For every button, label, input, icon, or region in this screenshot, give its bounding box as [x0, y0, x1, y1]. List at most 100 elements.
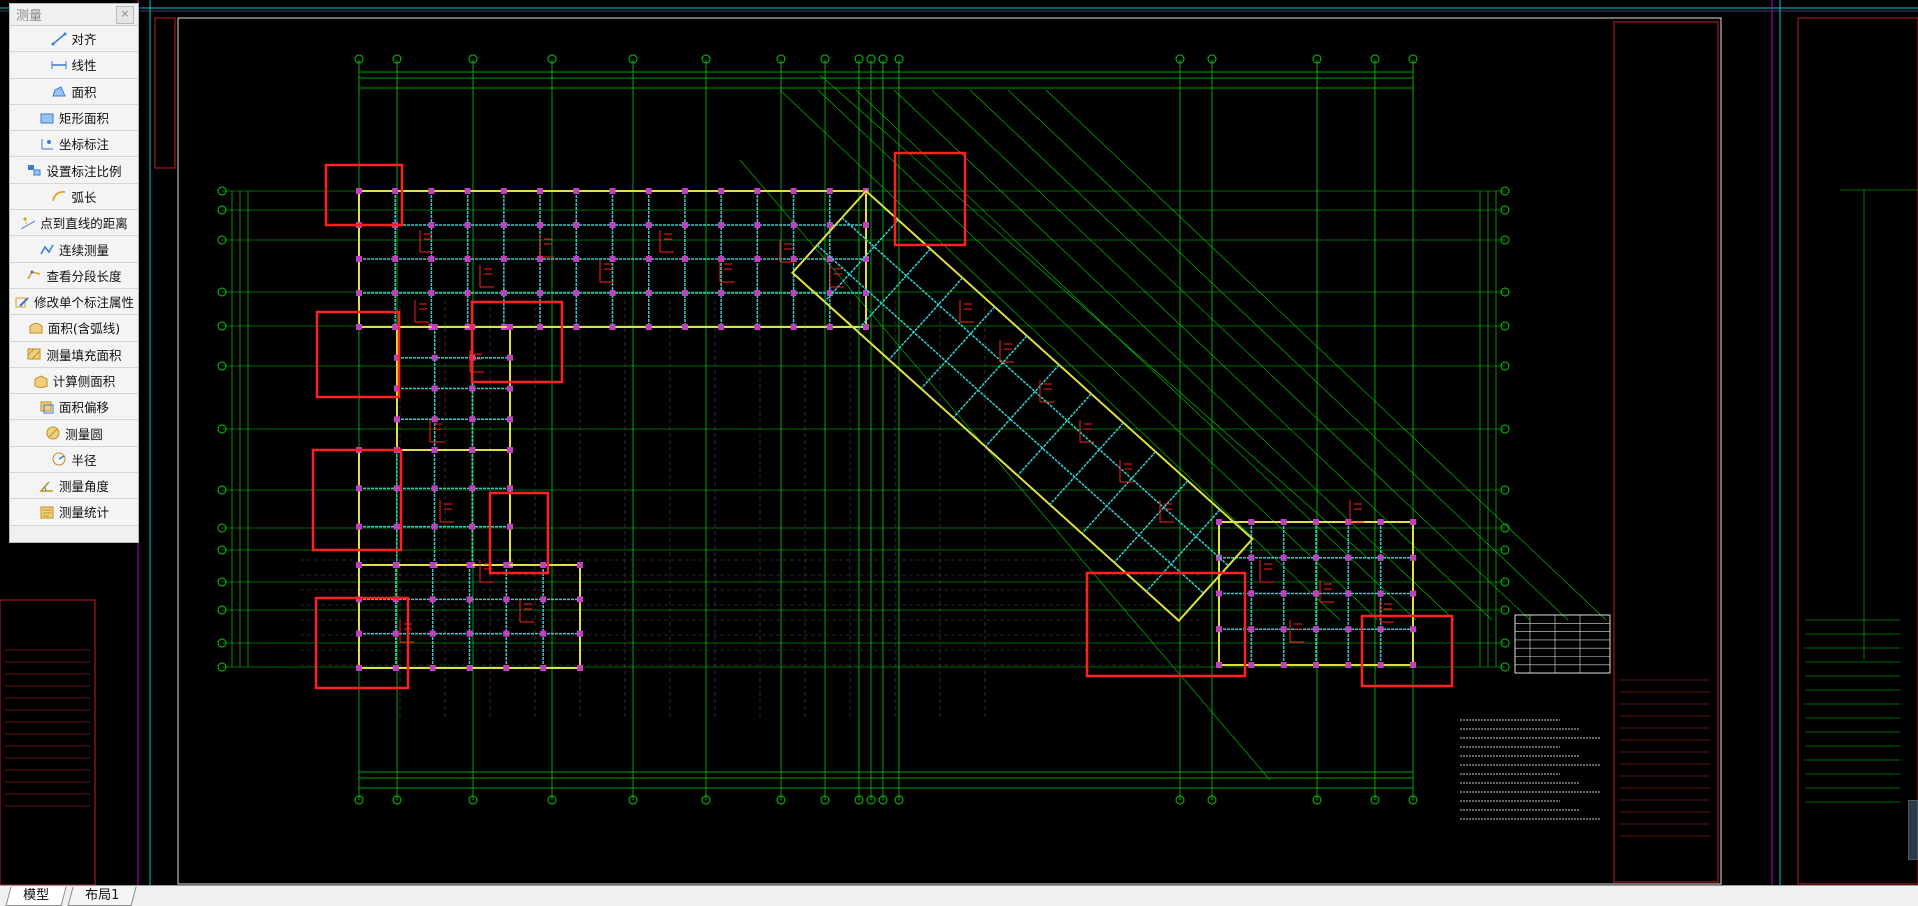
column-mark: [790, 256, 797, 262]
column-mark: [826, 324, 833, 330]
tool-button-7[interactable]: 点到直线的距离: [10, 210, 138, 237]
tool-button-10[interactable]: 修改单个标注属性: [10, 288, 138, 316]
tool-button-14[interactable]: 面积偏移: [10, 394, 138, 421]
area-measure-icon: [51, 84, 67, 98]
column-mark: [503, 562, 510, 568]
column-mark: [1280, 662, 1287, 668]
column-mark: [1345, 662, 1352, 668]
tool-button-0[interactable]: 对齐: [10, 26, 138, 53]
column-mark: [537, 188, 544, 194]
column-mark: [1410, 590, 1416, 597]
column-mark: [790, 188, 797, 194]
column-mark: [537, 222, 544, 228]
column-mark: [1377, 519, 1384, 525]
point-line-distance-icon: [20, 216, 36, 230]
column-mark: [1410, 554, 1416, 561]
column-mark: [754, 290, 761, 296]
radius-icon: [51, 452, 67, 466]
markup-box: [311, 448, 403, 552]
column-mark: [500, 188, 507, 194]
column-mark: [645, 324, 652, 330]
markup-box: [893, 151, 967, 247]
tool-button-11[interactable]: 面积(含弧线): [10, 315, 138, 342]
beam-line: [1049, 422, 1124, 506]
tool-label: 矩形面积: [58, 111, 109, 127]
tool-button-13[interactable]: 计算侧面积: [10, 367, 138, 395]
column-mark: [1377, 590, 1384, 597]
tool-button-9[interactable]: 查看分段长度: [10, 262, 138, 289]
tool-button-12[interactable]: 测量填充面积: [10, 341, 138, 368]
tool-button-5[interactable]: 设置标注比例: [10, 157, 138, 184]
area-offset-icon: [39, 400, 55, 414]
measure-tool-list: 对齐线性 面积矩形面积坐标标注 设置标注比例 弧长 点到直线的距离 连续测量 查看分段长度修…: [10, 26, 138, 526]
column-mark: [790, 290, 797, 296]
close-icon[interactable]: ×: [116, 5, 134, 24]
beam-line: [816, 244, 1205, 594]
column-mark: [428, 290, 435, 296]
column-mark: [500, 256, 507, 262]
column-mark: [1410, 662, 1416, 668]
column-mark: [429, 665, 436, 671]
column-mark: [609, 222, 616, 228]
tool-button-4[interactable]: 坐标标注: [10, 131, 138, 158]
column-mark: [356, 523, 362, 530]
tool-button-18[interactable]: 测量统计: [10, 499, 138, 526]
column-mark: [718, 188, 725, 194]
next-sheet-border: [1797, 17, 1918, 885]
scroll-handle[interactable]: [1908, 800, 1918, 860]
tab-layout1[interactable]: 布局1: [67, 887, 137, 906]
column-mark: [1345, 554, 1352, 561]
column-mark: [466, 596, 473, 603]
linear-measure-icon: [51, 58, 67, 72]
column-mark: [718, 324, 725, 330]
measure-toolbar-header[interactable]: 测量 ×: [10, 4, 138, 26]
column-mark: [540, 665, 547, 671]
column-mark: [1248, 519, 1255, 525]
column-mark: [1377, 662, 1384, 668]
tab-model[interactable]: 模型: [5, 887, 67, 906]
column-mark: [1313, 519, 1319, 525]
column-mark: [1345, 590, 1352, 597]
tool-button-1[interactable]: 线性: [10, 52, 138, 79]
column-mark: [503, 630, 510, 637]
tool-button-6[interactable]: 弧长: [10, 183, 138, 211]
tool-button-16[interactable]: 半径: [10, 446, 138, 474]
drawing-canvas[interactable]: [0, 0, 1918, 885]
legend-table: [1514, 614, 1611, 674]
column-mark: [540, 596, 547, 603]
column-mark: [507, 324, 513, 330]
coordinate-icon: [39, 137, 55, 151]
beam-line: [920, 306, 996, 390]
column-mark: [431, 447, 438, 453]
diagonal-wing: [790, 189, 1254, 623]
tool-button-2[interactable]: 面积: [10, 78, 138, 105]
beam-line: [888, 277, 964, 361]
prev-sheet-title-block: [0, 599, 96, 885]
column-mark: [1410, 626, 1416, 633]
column-mark: [1248, 554, 1255, 561]
tool-button-17[interactable]: 测量角度: [10, 473, 138, 500]
column-mark: [356, 630, 362, 637]
column-mark: [1248, 590, 1255, 597]
column-mark: [431, 354, 438, 361]
markup-box: [1360, 614, 1454, 688]
tool-label: 对齐: [71, 32, 97, 48]
column-mark: [1248, 626, 1255, 633]
hatch-area-icon: [26, 347, 42, 361]
column-mark: [537, 324, 544, 330]
edit-annotation-icon: [14, 295, 30, 309]
tool-button-15[interactable]: 测量圆: [10, 420, 138, 447]
column-mark: [464, 188, 471, 194]
tool-button-8[interactable]: 连续测量: [10, 236, 138, 263]
tool-label: 测量角度: [58, 479, 109, 495]
column-mark: [469, 447, 476, 453]
column-mark: [754, 222, 761, 228]
column-mark: [1313, 590, 1319, 597]
wall-outline: [358, 564, 581, 669]
align-measure-icon: [51, 32, 67, 46]
tool-button-3[interactable]: 矩形面积: [10, 104, 138, 132]
column-mark: [790, 222, 797, 228]
grid-axis-diag: [779, 89, 1341, 621]
column-mark: [609, 256, 616, 262]
column-mark: [645, 188, 652, 194]
